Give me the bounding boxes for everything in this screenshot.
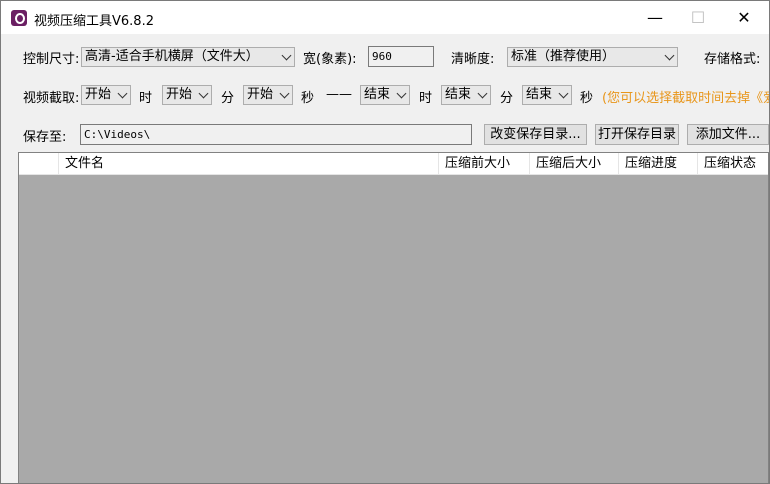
chevron-down-icon	[117, 88, 128, 99]
main-window: 视频压缩工具V6.8.2 — ☐ ✕ 控制尺寸: 高清-适合手机横屏（文件大） …	[0, 0, 770, 484]
app-logo-icon	[11, 10, 27, 26]
add-file-button[interactable]: 添加文件...	[687, 124, 769, 145]
width-input[interactable]: 960	[368, 46, 434, 67]
start-second-value: 开始	[247, 87, 274, 102]
second-unit: 秒	[301, 91, 315, 106]
clip-label: 视频截取:	[23, 91, 80, 106]
start-hour-value: 开始	[85, 87, 112, 102]
end-second-value: 结束	[526, 87, 553, 102]
change-dir-button[interactable]: 改变保存目录...	[484, 124, 587, 145]
chevron-down-icon	[558, 88, 569, 99]
chevron-down-icon	[279, 88, 290, 99]
column-header-progress[interactable]: 压缩进度	[619, 153, 698, 174]
format-label: 存储格式:	[704, 52, 761, 67]
size-select[interactable]: 高清-适合手机横屏（文件大）	[81, 47, 295, 67]
clarity-select[interactable]: 标准（推荐使用）	[507, 47, 678, 67]
end-second-select[interactable]: 结束	[522, 85, 572, 105]
column-header-filename[interactable]: 文件名	[59, 153, 439, 174]
clip-hint: (您可以选择截取时间去掉《爱	[602, 91, 770, 106]
start-minute-select[interactable]: 开始	[162, 85, 212, 105]
save-path-input[interactable]: C:\Videos\	[80, 124, 472, 145]
end-hour-unit: 时	[419, 91, 433, 106]
chevron-down-icon	[198, 88, 209, 99]
end-minute-unit: 分	[500, 91, 514, 106]
column-header-size-after[interactable]: 压缩后大小	[530, 153, 619, 174]
width-label: 宽(象素):	[303, 52, 357, 67]
title-bar[interactable]: 视频压缩工具V6.8.2 — ☐ ✕	[1, 1, 769, 34]
end-minute-value: 结束	[445, 87, 472, 102]
range-separator: ——	[326, 87, 352, 102]
end-minute-select[interactable]: 结束	[441, 85, 491, 105]
column-header-status[interactable]: 压缩状态	[698, 153, 768, 174]
chevron-down-icon	[281, 50, 292, 61]
clarity-select-value: 标准（推荐使用）	[511, 49, 616, 64]
size-label: 控制尺寸:	[23, 52, 80, 67]
file-list[interactable]: 文件名 压缩前大小 压缩后大小 压缩进度 压缩状态	[18, 152, 769, 483]
end-hour-value: 结束	[364, 87, 391, 102]
minimize-button[interactable]: —	[632, 1, 678, 34]
close-button[interactable]: ✕	[721, 1, 767, 34]
start-hour-select[interactable]: 开始	[81, 85, 131, 105]
clarity-label: 清晰度:	[451, 52, 495, 67]
size-select-value: 高清-适合手机横屏（文件大）	[85, 49, 259, 64]
chevron-down-icon	[664, 50, 675, 61]
start-minute-value: 开始	[166, 87, 193, 102]
end-second-unit: 秒	[580, 91, 594, 106]
save-label: 保存至:	[23, 130, 67, 145]
maximize-button[interactable]: ☐	[675, 1, 721, 34]
hour-unit: 时	[139, 91, 153, 106]
end-hour-select[interactable]: 结束	[360, 85, 410, 105]
file-list-header: 文件名 压缩前大小 压缩后大小 压缩进度 压缩状态	[19, 153, 768, 175]
column-header-index[interactable]	[19, 153, 59, 174]
chevron-down-icon	[396, 88, 407, 99]
window-title: 视频压缩工具V6.8.2	[34, 14, 154, 29]
start-second-select[interactable]: 开始	[243, 85, 293, 105]
column-header-size-before[interactable]: 压缩前大小	[439, 153, 530, 174]
chevron-down-icon	[477, 88, 488, 99]
minute-unit: 分	[221, 91, 235, 106]
open-dir-button[interactable]: 打开保存目录	[595, 124, 679, 145]
